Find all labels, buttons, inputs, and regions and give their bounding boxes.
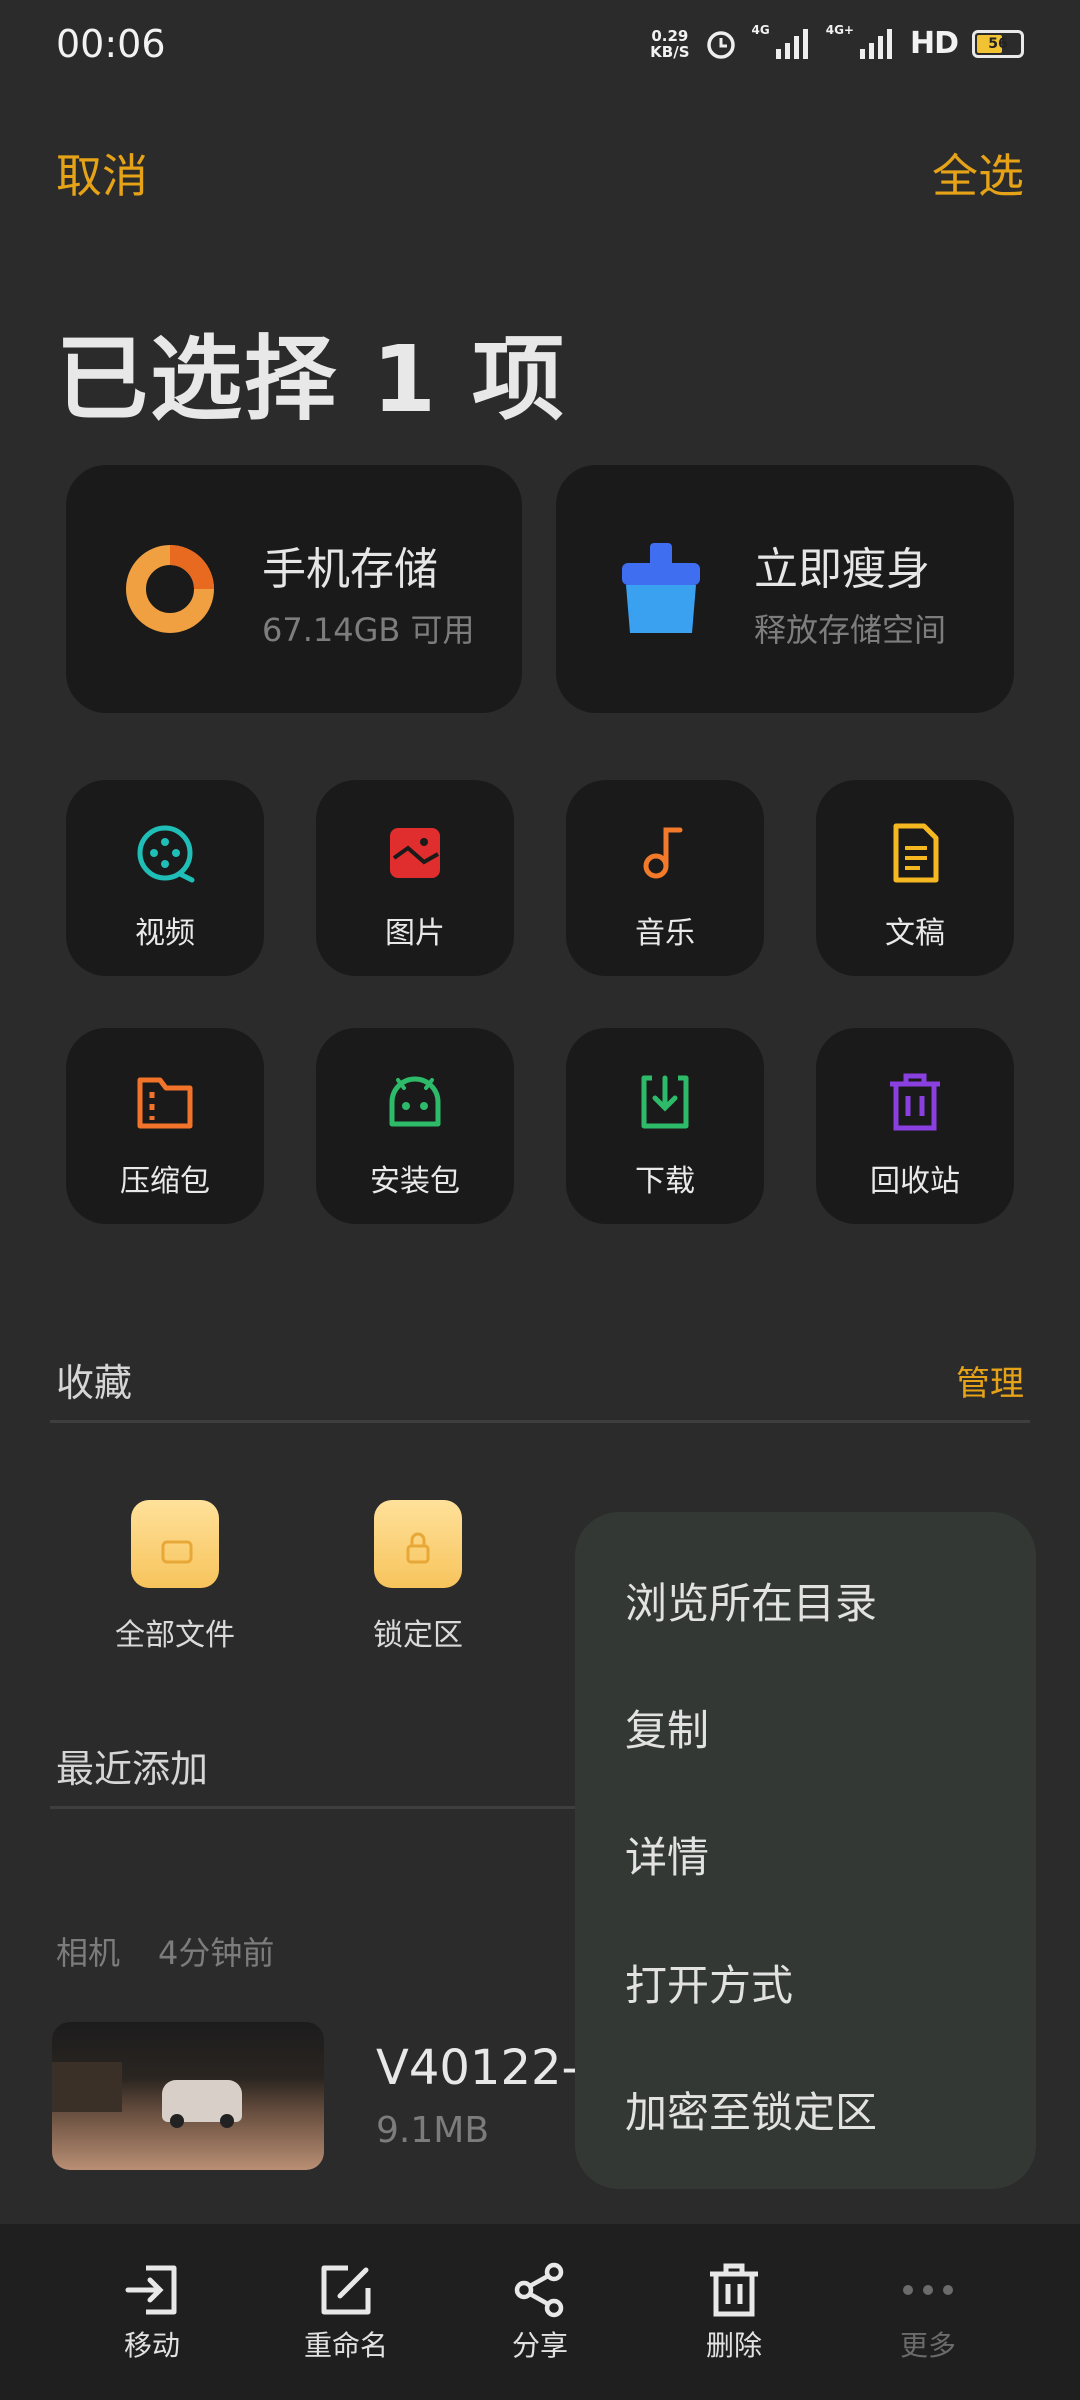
category-label: 视频 xyxy=(135,916,195,951)
document-icon xyxy=(893,823,939,883)
divider xyxy=(50,1806,590,1809)
broom-icon xyxy=(622,543,700,633)
category-image[interactable]: 图片 xyxy=(316,780,514,976)
file-size: 9.1MB xyxy=(376,2110,490,2151)
signal-icon xyxy=(859,28,892,59)
archive-icon xyxy=(137,1077,193,1129)
status-icons: 0.29 KB/S 4G 4G+ HD 56 xyxy=(650,22,1024,61)
manage-button[interactable]: 管理 xyxy=(956,1356,1024,1405)
folder-files-icon xyxy=(131,1500,219,1588)
storage-ring-icon xyxy=(126,545,214,633)
clean-up-title: 立即瘦身 xyxy=(754,544,930,595)
category-archive[interactable]: 压缩包 xyxy=(66,1028,264,1224)
net-speed: 0.29 KB/S xyxy=(650,26,690,61)
category-label: 下载 xyxy=(635,1164,695,1199)
menu-item-open-with[interactable]: 打开方式 xyxy=(625,1952,793,2013)
divider xyxy=(50,1420,1030,1423)
category-label: 文稿 xyxy=(885,916,945,951)
category-label: 回收站 xyxy=(870,1164,960,1199)
hd-label: HD xyxy=(909,26,959,61)
file-name: V40122- xyxy=(376,2040,579,2096)
recent-group-source: 相机 xyxy=(56,1934,121,1972)
category-label: 图片 xyxy=(385,916,445,951)
video-icon xyxy=(137,825,195,883)
favorite-label: 全部文件 xyxy=(115,1618,235,1653)
phone-storage-free: 67.14GB 可用 xyxy=(262,611,475,649)
favorite-label: 锁定区 xyxy=(373,1618,463,1653)
signal2-label: 4G+ xyxy=(825,22,854,37)
context-menu: 浏览所在目录 复制 详情 打开方式 加密至锁定区 xyxy=(575,1512,1036,2189)
recent-group-time: 4分钟前 xyxy=(158,1934,275,1972)
category-recycle-bin[interactable]: 回收站 xyxy=(816,1028,1014,1224)
category-download[interactable]: 下载 xyxy=(566,1028,764,1224)
trash-icon xyxy=(890,1073,940,1131)
phone-storage-card[interactable]: 手机存储 67.14GB 可用 xyxy=(66,465,522,713)
select-all-button[interactable]: 全选 xyxy=(932,140,1024,206)
category-video[interactable]: 视频 xyxy=(66,780,264,976)
video-thumbnail[interactable] xyxy=(52,2022,324,2170)
move-icon xyxy=(125,2265,177,2315)
download-icon xyxy=(641,1075,689,1129)
menu-item-details[interactable]: 详情 xyxy=(625,1824,709,1885)
category-document[interactable]: 文稿 xyxy=(816,780,1014,976)
favorites-title: 收藏 xyxy=(56,1361,133,1405)
category-label: 音乐 xyxy=(635,916,695,951)
delete-button[interactable]: 删除 xyxy=(674,2262,794,2364)
edit-icon xyxy=(321,2265,371,2315)
alarm-icon xyxy=(706,30,735,59)
share-icon xyxy=(514,2262,564,2318)
battery-icon: 56 xyxy=(972,29,1024,58)
folder-lock-icon xyxy=(374,1500,462,1588)
more-button[interactable]: 更多 xyxy=(868,2262,988,2364)
favorite-lock-zone[interactable]: 锁定区 xyxy=(318,1500,518,1660)
category-label: 安装包 xyxy=(370,1164,460,1199)
page-title: 已选择 1 项 xyxy=(56,326,567,433)
signal1-label: 4G xyxy=(751,22,770,37)
phone-storage-title: 手机存储 xyxy=(262,544,438,595)
image-icon xyxy=(390,828,440,878)
menu-item-browse-directory[interactable]: 浏览所在目录 xyxy=(625,1570,877,1631)
category-music[interactable]: 音乐 xyxy=(566,780,764,976)
status-time: 00:06 xyxy=(56,22,166,66)
trash-icon xyxy=(710,2263,758,2317)
cancel-button[interactable]: 取消 xyxy=(56,140,148,206)
share-button[interactable]: 分享 xyxy=(480,2262,600,2364)
clean-up-subtitle: 释放存储空间 xyxy=(754,611,947,649)
clean-up-card[interactable]: 立即瘦身 释放存储空间 xyxy=(556,465,1014,713)
rename-button[interactable]: 重命名 xyxy=(286,2262,406,2364)
favorite-all-files[interactable]: 全部文件 xyxy=(75,1500,275,1660)
recent-title: 最近添加 xyxy=(56,1747,209,1791)
menu-item-copy[interactable]: 复制 xyxy=(625,1697,709,1758)
category-label: 压缩包 xyxy=(120,1164,210,1199)
menu-item-encrypt-to-lock-zone[interactable]: 加密至锁定区 xyxy=(625,2079,877,2140)
move-button[interactable]: 移动 xyxy=(92,2262,212,2364)
more-icon xyxy=(903,2285,953,2295)
signal-icon xyxy=(775,28,808,59)
music-icon xyxy=(643,827,683,879)
android-icon xyxy=(389,1076,441,1127)
category-apk[interactable]: 安装包 xyxy=(316,1028,514,1224)
